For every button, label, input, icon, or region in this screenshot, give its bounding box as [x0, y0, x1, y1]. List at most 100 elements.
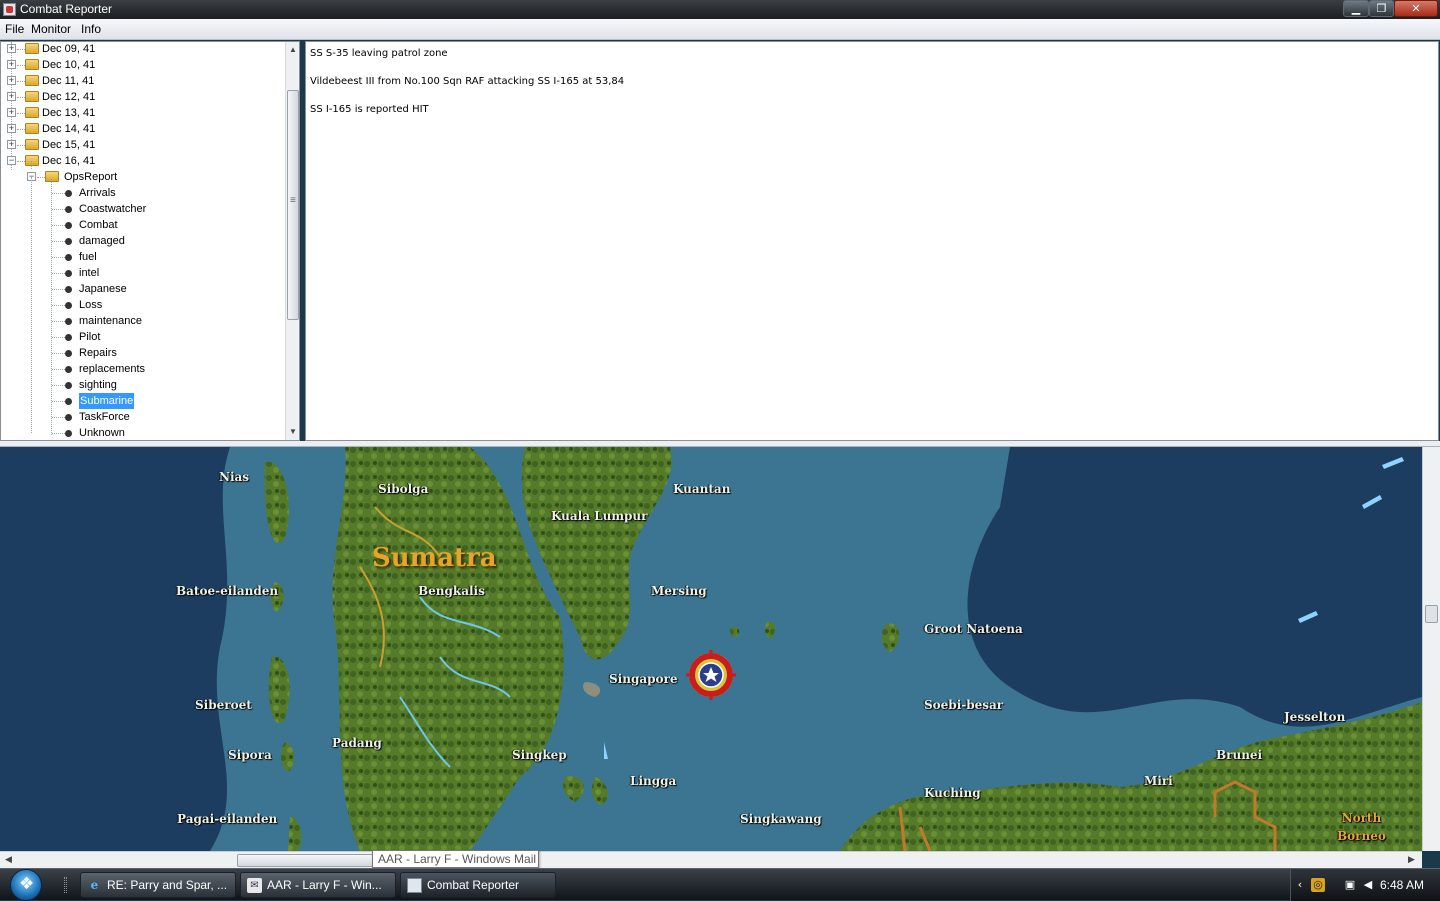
- map-label: Siberoet: [195, 698, 252, 712]
- tree-report-node[interactable]: Arrivals: [1, 185, 285, 201]
- show-hidden-icons-icon[interactable]: ‹: [1293, 878, 1307, 892]
- tree-node-label: Combat: [79, 219, 118, 231]
- leaf-bullet-icon: [65, 430, 72, 437]
- map-label: Groot Natoena: [924, 622, 1023, 636]
- tree-scroll-thumb[interactable]: [287, 90, 299, 320]
- tree-report-node[interactable]: Combat: [1, 217, 285, 233]
- menu-info[interactable]: Info: [81, 22, 101, 36]
- map-label-north-borneo: North Borneo: [1337, 809, 1386, 845]
- menu-bar: File Monitor Info: [0, 19, 1440, 40]
- scroll-down-icon[interactable]: ▼: [289, 427, 297, 436]
- leaf-bullet-icon: [65, 206, 72, 213]
- minimize-button[interactable]: ▁: [1343, 0, 1369, 17]
- tree-report-node[interactable]: damaged: [1, 233, 285, 249]
- windows-logo-icon: [10, 869, 42, 901]
- tree-report-node[interactable]: intel: [1, 265, 285, 281]
- tree-node-label: Unknown: [79, 427, 125, 439]
- folder-icon: [25, 155, 39, 166]
- folder-icon: [25, 139, 39, 150]
- map-label: Sipora: [228, 748, 272, 762]
- tree-date-node[interactable]: + Dec 12, 41: [1, 89, 285, 105]
- maximize-button[interactable]: ❐: [1369, 0, 1394, 17]
- tree-connector: [17, 97, 25, 98]
- clock[interactable]: 6:48 AM: [1380, 878, 1424, 892]
- tree-report-node[interactable]: Unknown: [1, 425, 285, 440]
- expand-icon[interactable]: +: [7, 140, 16, 149]
- leaf-bullet-icon: [65, 286, 72, 293]
- tree-report-node[interactable]: maintenance: [1, 313, 285, 329]
- expand-icon[interactable]: +: [7, 76, 16, 85]
- map-vertical-scrollbar[interactable]: [1422, 447, 1440, 851]
- tree-date-node[interactable]: + Dec 15, 41: [1, 137, 285, 153]
- tree-node-label: maintenance: [79, 315, 142, 327]
- menu-file[interactable]: File: [5, 22, 24, 36]
- tree-report-node[interactable]: Japanese: [1, 281, 285, 297]
- leaf-bullet-icon: [65, 382, 72, 389]
- taskbar-item-browser[interactable]: e RE: Parry and Spar, ...: [80, 872, 236, 898]
- tree-report-node[interactable]: TaskForce: [1, 409, 285, 425]
- tree-date-node[interactable]: − Dec 16, 41: [1, 153, 285, 169]
- scroll-left-icon[interactable]: ◀: [5, 855, 12, 865]
- leaf-bullet-icon: [65, 318, 72, 325]
- tree-date-node[interactable]: + Dec 11, 41: [1, 73, 285, 89]
- expand-icon[interactable]: +: [7, 92, 16, 101]
- campaign-map[interactable]: Sumatra Nias Sibolga Kuala Lumpur Kuanta…: [0, 447, 1422, 851]
- tree-node-label: Dec 11, 41: [42, 75, 95, 87]
- taskbar-item-label: RE: Parry and Spar, ...: [107, 878, 228, 892]
- report-tree[interactable]: + Dec 09, 41 + Dec 10, 41 + Dec 11, 41 + Dec 12…: [0, 41, 300, 441]
- tree-report-node[interactable]: Pilot: [1, 329, 285, 345]
- map-label: Padang: [332, 736, 382, 750]
- map-label: Sibolga: [378, 482, 429, 496]
- scroll-right-icon[interactable]: ▶: [1408, 855, 1415, 865]
- expand-icon[interactable]: +: [7, 124, 16, 133]
- map-label: Batoe-eilanden: [176, 584, 279, 598]
- tree-report-node[interactable]: fuel: [1, 249, 285, 265]
- menu-monitor[interactable]: Monitor: [31, 22, 71, 36]
- map-horizontal-scrollbar[interactable]: ◀ ▶: [0, 851, 1422, 868]
- tree-report-node[interactable]: Repairs: [1, 345, 285, 361]
- expand-icon[interactable]: +: [7, 108, 16, 117]
- tree-node-label: Dec 13, 41: [42, 107, 96, 119]
- quick-launch-handle[interactable]: [64, 877, 67, 893]
- tree-connector: [17, 113, 25, 114]
- tree-report-node[interactable]: replacements: [1, 361, 285, 377]
- browser-icon: e: [90, 878, 99, 892]
- volume-icon[interactable]: ◀: [1361, 878, 1375, 892]
- tree-connector: [52, 401, 65, 402]
- leaf-bullet-icon: [65, 334, 72, 341]
- taskbar-item-combat-reporter[interactable]: Combat Reporter: [400, 872, 556, 898]
- start-button[interactable]: [8, 869, 48, 901]
- report-line: Vildebeest III from No.100 Sqn RAF attac…: [310, 76, 625, 87]
- map-label: Soebi-besar: [924, 698, 1004, 712]
- tree-date-node[interactable]: + Dec 13, 41: [1, 105, 285, 121]
- tree-date-node[interactable]: + Dec 14, 41: [1, 121, 285, 137]
- tree-connector: [52, 225, 65, 226]
- tree-report-node[interactable]: sighting: [1, 377, 285, 393]
- taskbar-item-mail[interactable]: ✉ AAR - Larry F - Win...: [240, 872, 396, 898]
- collapse-icon[interactable]: −: [7, 156, 16, 165]
- tree-report-node[interactable]: Coastwatcher: [1, 201, 285, 217]
- map-label: Singkawang: [740, 812, 822, 826]
- tree-report-node[interactable]: Loss: [1, 297, 285, 313]
- scroll-up-icon[interactable]: ▲: [289, 45, 297, 54]
- tree-node-label: Dec 16, 41: [42, 155, 96, 167]
- map-vscroll-thumb[interactable]: [1425, 605, 1438, 623]
- tree-report-node[interactable]: Submarine: [1, 393, 285, 409]
- tray-app-icon[interactable]: ◎: [1311, 878, 1325, 892]
- expand-icon[interactable]: +: [7, 44, 16, 53]
- tree-scrollbar[interactable]: ▲ ▼: [285, 42, 299, 440]
- network-icon[interactable]: ▣: [1343, 878, 1357, 892]
- map-label: Kuching: [924, 786, 981, 800]
- expand-icon[interactable]: +: [7, 60, 16, 69]
- tree-connector: [52, 337, 65, 338]
- tree-folder-node[interactable]: − OpsReport: [1, 169, 285, 185]
- map-label-line: North: [1341, 811, 1382, 825]
- close-button[interactable]: ✕: [1394, 0, 1438, 17]
- title-bar: Combat Reporter ▁ ❐ ✕: [0, 0, 1440, 19]
- tree-date-node[interactable]: + Dec 09, 41: [1, 42, 285, 57]
- tree-connector: [52, 273, 65, 274]
- tree-date-node[interactable]: + Dec 10, 41: [1, 57, 285, 73]
- target-marker-icon[interactable]: [686, 650, 736, 700]
- tree-node-label: intel: [79, 267, 100, 279]
- report-text-panel[interactable]: SS S-35 leaving patrol zone Vildebeest I…: [305, 41, 1439, 441]
